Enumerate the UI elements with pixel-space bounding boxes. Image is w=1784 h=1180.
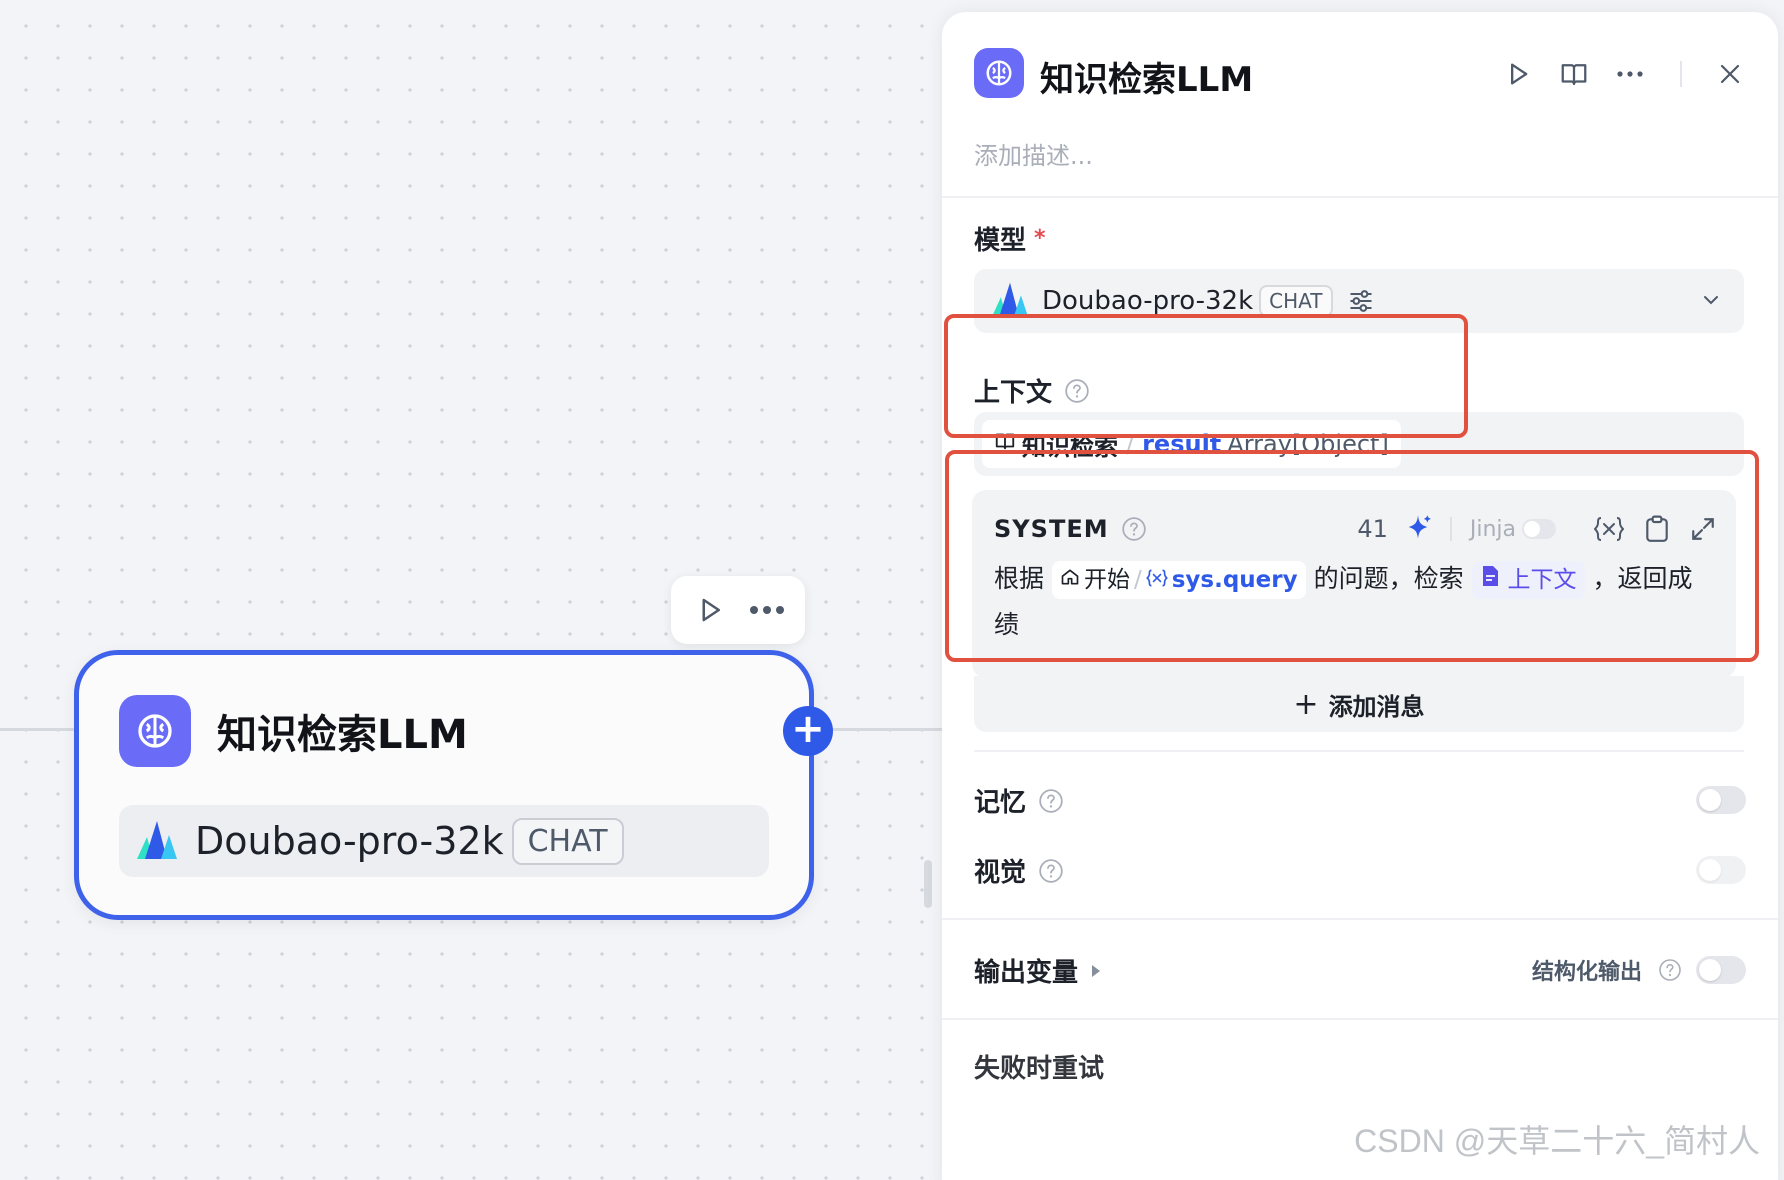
node-model-badge: CHAT bbox=[511, 817, 624, 865]
add-message-label: 添加消息 bbox=[1328, 692, 1425, 721]
node-model-name: Doubao-pro-32k bbox=[195, 819, 504, 863]
model-badge: CHAT bbox=[1259, 285, 1333, 317]
add-message-button[interactable]: + 添加消息 bbox=[974, 676, 1744, 732]
divider bbox=[942, 1018, 1778, 1020]
node-model-display: Doubao-pro-32k CHAT bbox=[119, 805, 769, 877]
more-icon[interactable] bbox=[743, 586, 791, 634]
memory-label: 记忆 bbox=[974, 782, 1064, 819]
structured-output-toggle[interactable] bbox=[1696, 956, 1746, 984]
doubao-logo-icon bbox=[135, 817, 179, 865]
required-mark: * bbox=[1034, 226, 1046, 251]
more-icon[interactable] bbox=[1610, 54, 1650, 94]
node-toolbar bbox=[671, 576, 805, 644]
llm-node-card[interactable]: 知识检索LLM Doubao-pro-32k CHAT bbox=[74, 650, 814, 920]
memory-toggle-wrap bbox=[1696, 786, 1746, 814]
description-input[interactable]: 添加描述... bbox=[974, 136, 1093, 171]
plus-icon: + bbox=[1293, 686, 1319, 722]
close-icon[interactable] bbox=[1710, 54, 1750, 94]
output-variables-label[interactable]: 输出变量 bbox=[974, 952, 1101, 989]
panel-resize-handle[interactable] bbox=[924, 860, 932, 908]
node-title: 知识检索LLM bbox=[217, 712, 468, 758]
brain-icon bbox=[119, 695, 191, 767]
watermark: CSDN @天草二十六_简村人 bbox=[1354, 1123, 1760, 1159]
edge-line-right bbox=[832, 728, 944, 731]
book-icon[interactable] bbox=[1554, 54, 1594, 94]
vision-label-text: 视觉 bbox=[974, 858, 1027, 888]
settings-sliders-icon[interactable] bbox=[1347, 287, 1375, 315]
model-label: 模型 * bbox=[974, 220, 1046, 257]
model-name: Doubao-pro-32k bbox=[1042, 286, 1254, 316]
node-settings-panel: 知识检索LLM 添加描述... 模型 * Doubao-pro-32k CHAT bbox=[942, 12, 1778, 1180]
add-next-node-button[interactable]: + bbox=[783, 706, 833, 756]
divider bbox=[1680, 61, 1682, 87]
help-icon[interactable] bbox=[1658, 958, 1682, 982]
chevron-down-icon[interactable] bbox=[1700, 289, 1722, 315]
run-icon[interactable] bbox=[1498, 54, 1538, 94]
vision-toggle[interactable] bbox=[1696, 856, 1746, 884]
divider bbox=[974, 750, 1744, 752]
edge-line-left bbox=[0, 728, 76, 731]
help-icon[interactable] bbox=[1038, 788, 1064, 814]
node-header: 知识检索LLM bbox=[119, 695, 468, 767]
divider bbox=[942, 918, 1778, 920]
vision-toggle-wrap bbox=[1696, 856, 1746, 884]
structured-output-row: 结构化输出 bbox=[1532, 954, 1746, 986]
caret-right-icon bbox=[1092, 964, 1101, 977]
retry-label-text: 失败时重试 bbox=[974, 1054, 1105, 1084]
divider bbox=[942, 196, 1778, 198]
output-label-text: 输出变量 bbox=[974, 958, 1079, 988]
highlight-box-system bbox=[945, 450, 1759, 662]
memory-label-text: 记忆 bbox=[974, 788, 1027, 818]
panel-title[interactable]: 知识检索LLM bbox=[1040, 52, 1253, 101]
help-icon[interactable] bbox=[1038, 858, 1064, 884]
run-node-icon[interactable] bbox=[686, 586, 734, 634]
retry-on-failure-label: 失败时重试 bbox=[974, 1048, 1104, 1085]
highlight-box-context bbox=[944, 314, 1468, 438]
memory-toggle[interactable] bbox=[1696, 786, 1746, 814]
panel-actions bbox=[1482, 54, 1750, 94]
vision-label: 视觉 bbox=[974, 852, 1064, 889]
brain-icon bbox=[974, 48, 1024, 98]
structured-output-label: 结构化输出 bbox=[1531, 960, 1642, 985]
model-label-text: 模型 bbox=[974, 226, 1027, 256]
